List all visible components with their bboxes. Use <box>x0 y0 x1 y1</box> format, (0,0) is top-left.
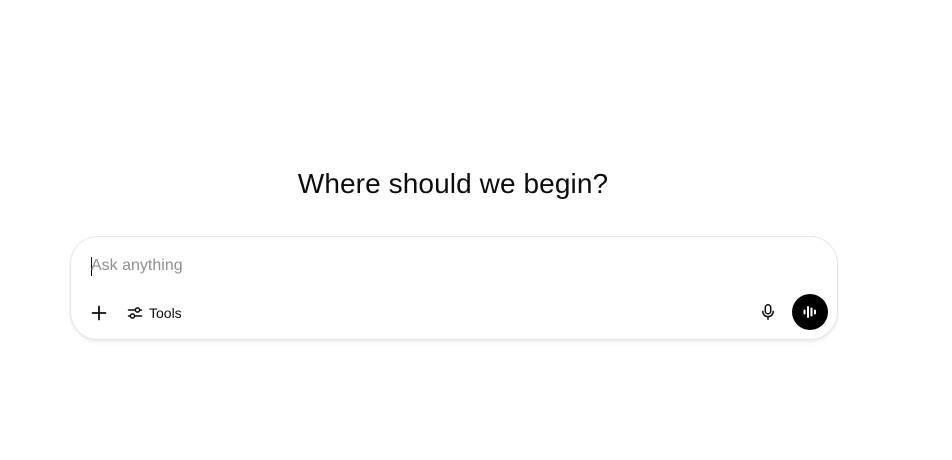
add-attachment-button[interactable] <box>83 297 115 329</box>
prompt-input[interactable] <box>91 253 817 279</box>
microphone-icon <box>762 304 774 320</box>
tools-button[interactable]: Tools <box>117 297 190 329</box>
prompt-composer: Tools <box>70 236 838 340</box>
sliders-icon <box>127 305 143 321</box>
composer-toolbar-left: Tools <box>83 295 190 331</box>
composer-toolbar-right <box>752 294 828 330</box>
voice-mode-button[interactable] <box>792 294 828 330</box>
dictate-button[interactable] <box>752 296 784 328</box>
plus-icon <box>91 305 107 321</box>
prompt-input-row[interactable] <box>91 253 817 279</box>
tools-label: Tools <box>149 305 182 321</box>
voice-waveform-icon <box>803 306 816 318</box>
page-title: Where should we begin? <box>297 168 609 199</box>
